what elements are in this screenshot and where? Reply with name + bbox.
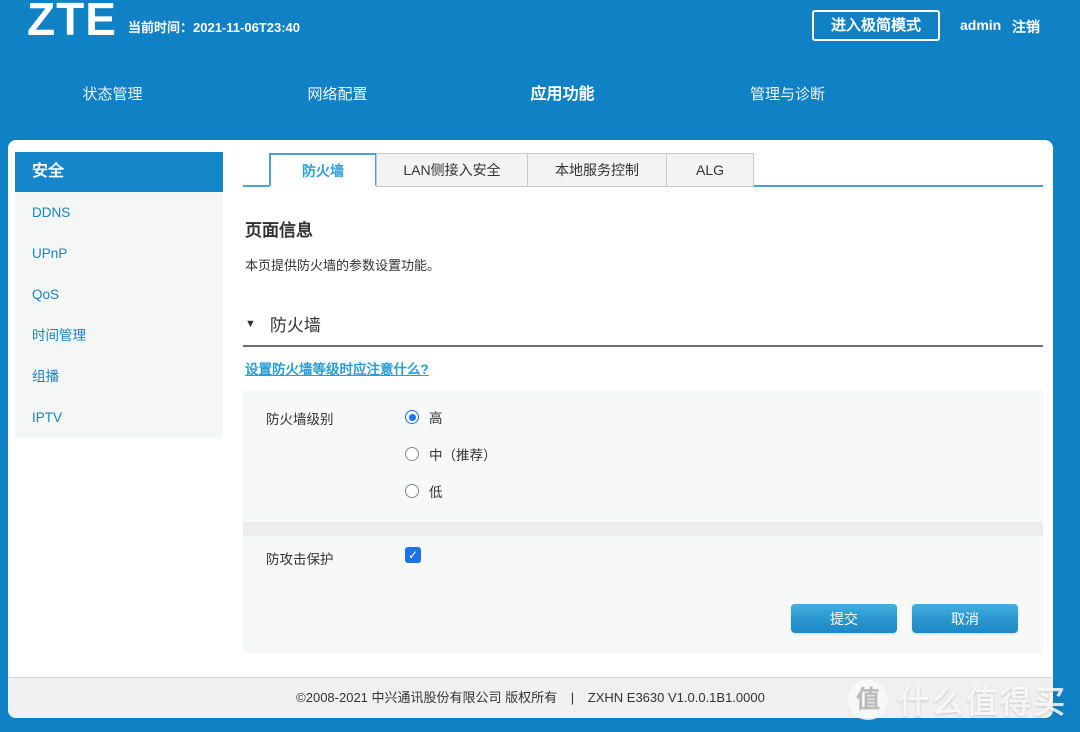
footer-separator: | [571,690,574,705]
sidebar-item-multicast[interactable]: 组播 [15,356,223,397]
cancel-button[interactable]: 取消 [912,604,1018,633]
attack-protection-checkbox[interactable]: ✓ [405,547,421,563]
attack-protection-label: 防攻击保护 [266,547,405,568]
enter-simple-mode-button[interactable]: 进入极简模式 [812,10,940,41]
tab-bar: 防火墙 LAN侧接入安全 本地服务控制 ALG [243,151,1043,187]
firewall-section-header[interactable]: ▼ 防火墙 [245,311,1043,336]
tab-local-service-control[interactable]: 本地服务控制 [527,153,667,187]
nav-application-features[interactable]: 应用功能 [450,84,675,106]
page-info-title: 页面信息 [245,221,1043,241]
zte-logo: ZTE [27,0,117,46]
firewall-section-title: 防火墙 [270,311,321,336]
sidebar: 安全 DDNS UPnP QoS 时间管理 组播 IPTV [15,152,223,438]
sidebar-item-ddns[interactable]: DDNS [15,192,223,233]
current-time-label: 当前时间： [128,20,193,35]
firewall-level-radio-group: 高 中（推荐） 低 [405,407,497,518]
radio-option-label: 低 [429,481,443,501]
sidebar-item-time-management[interactable]: 时间管理 [15,315,223,356]
logout-link[interactable]: 注销 [1012,17,1040,37]
radio-option-medium[interactable]: 中（推荐） [405,444,497,464]
footer: ©2008-2021 中兴通讯股份有限公司 版权所有 | ZXHN E3630 … [8,677,1053,718]
radio-option-high[interactable]: 高 [405,407,497,427]
current-time-value: 2021-11-06T23:40 [193,20,300,35]
firewall-level-label: 防火墙级别 [266,407,405,518]
username: admin [960,17,1001,33]
page-info-description: 本页提供防火墙的参数设置功能。 [245,258,1043,274]
row-separator [243,522,1043,536]
current-time: 当前时间：2021-11-06T23:40 [128,17,300,36]
sidebar-item-upnp[interactable]: UPnP [15,233,223,274]
form-buttons: 提交 取消 [243,568,1043,653]
firewall-form: 防火墙级别 高 中（推荐） 低 [243,390,1043,653]
collapse-triangle-icon: ▼ [245,318,256,330]
submit-button[interactable]: 提交 [791,604,897,633]
attack-protection-row: 防攻击保护 ✓ [243,536,1043,568]
nav-management-diagnostics[interactable]: 管理与诊断 [675,84,900,106]
firewall-level-help-link[interactable]: 设置防火墙等级时应注意什么? [245,358,429,378]
content-panel: 安全 DDNS UPnP QoS 时间管理 组播 IPTV 防火墙 LAN侧接入… [8,140,1053,718]
sidebar-item-qos[interactable]: QoS [15,274,223,315]
section-divider [243,345,1043,347]
footer-version: ZXHN E3630 V1.0.0.1B1.0000 [588,690,765,705]
tab-alg[interactable]: ALG [666,153,754,187]
main-content: 防火墙 LAN侧接入安全 本地服务控制 ALG 页面信息 本页提供防火墙的参数设… [243,151,1043,653]
top-navigation: 状态管理 网络配置 应用功能 管理与诊断 [0,84,900,106]
radio-option-label: 高 [429,407,443,427]
tab-lan-access-security[interactable]: LAN侧接入安全 [376,153,528,187]
nav-network-config[interactable]: 网络配置 [225,84,450,106]
footer-copyright: ©2008-2021 中兴通讯股份有限公司 版权所有 [296,690,557,705]
radio-icon[interactable] [405,484,419,498]
sidebar-item-security[interactable]: 安全 [15,152,223,192]
radio-icon[interactable] [405,410,419,424]
firewall-level-row: 防火墙级别 高 中（推荐） 低 [243,390,1043,518]
nav-status-management[interactable]: 状态管理 [0,84,225,106]
radio-option-label: 中（推荐） [429,444,497,464]
sidebar-item-iptv[interactable]: IPTV [15,397,223,438]
radio-option-low[interactable]: 低 [405,481,497,501]
tab-firewall[interactable]: 防火墙 [269,153,377,187]
radio-icon[interactable] [405,447,419,461]
